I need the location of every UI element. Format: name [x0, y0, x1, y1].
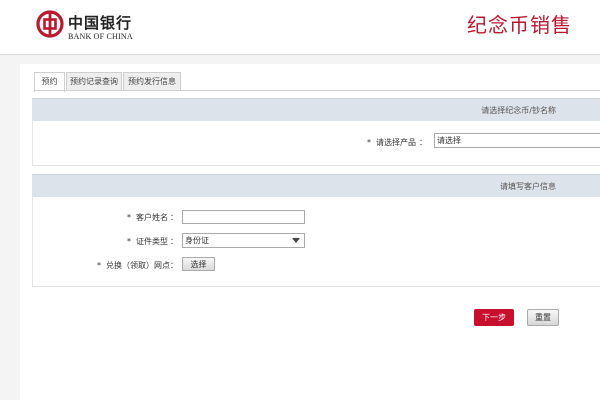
required-mark: * — [127, 237, 131, 246]
product-label: * 请选择产品 — [367, 137, 416, 148]
id-type-value: 身份证 — [185, 236, 209, 245]
outlet-label-text: 兑换（领取）网点 — [106, 261, 170, 270]
outlet-colon: ： — [170, 261, 178, 270]
bank-of-china-logo-icon — [36, 10, 64, 38]
page-title: 纪念币销售 — [467, 13, 572, 37]
product-select[interactable]: 请选择 — [434, 133, 600, 148]
required-mark: * — [97, 261, 101, 270]
product-colon: ： — [419, 138, 427, 147]
required-mark: * — [367, 138, 371, 147]
header: 中国银行 BANK OF CHINA 纪念币销售 — [0, 0, 600, 55]
required-mark: * — [127, 213, 131, 222]
customer-section-title: 请填写客户信息 — [500, 182, 556, 191]
customer-name-label: * 客户姓名 — [127, 212, 168, 223]
tab-divider — [34, 90, 600, 91]
tab-reservation[interactable]: 预约 — [34, 72, 65, 92]
bank-logo[interactable]: 中国银行 BANK OF CHINA — [36, 10, 146, 50]
customer-section-header: 请填写客户信息 — [32, 174, 600, 197]
outlet-label: * 兑换（领取）网点 — [97, 260, 170, 271]
customer-name-input[interactable] — [182, 210, 305, 224]
reset-button[interactable]: 重置 — [527, 309, 559, 326]
customer-name-label-text: 客户姓名 — [136, 213, 168, 222]
product-section-header: 请选择纪念币/钞名称 — [32, 98, 600, 121]
logo-english-name: BANK OF CHINA — [68, 32, 133, 41]
tab-reservation-records[interactable]: 预约记录查询 — [66, 72, 122, 91]
product-section-title: 请选择纪念币/钞名称 — [481, 106, 556, 115]
id-type-label: * 证件类型 — [127, 236, 168, 247]
chevron-down-icon — [292, 238, 300, 243]
id-type-colon: ： — [170, 237, 178, 246]
product-section-body: * 请选择产品 ： 请选择 — [32, 121, 600, 166]
id-type-label-text: 证件类型 — [136, 237, 168, 246]
id-type-select[interactable]: 身份证 — [182, 233, 305, 248]
customer-name-colon: ： — [170, 213, 178, 222]
product-label-text: 请选择产品 — [376, 138, 416, 147]
tab-issue-info[interactable]: 预约发行信息 — [123, 72, 181, 91]
main-content: 预约 预约记录查询 预约发行信息 请选择纪念币/钞名称 * 请选择产品 ： 请选择… — [20, 64, 600, 400]
logo-chinese-name: 中国银行 — [68, 14, 133, 32]
customer-section-body: * 客户姓名 ： * 证件类型 ： 身份证 * 兑换（领取）网点 ： 选择 — [32, 197, 600, 287]
select-outlet-button[interactable]: 选择 — [182, 257, 215, 271]
next-button[interactable]: 下一步 — [474, 309, 514, 326]
